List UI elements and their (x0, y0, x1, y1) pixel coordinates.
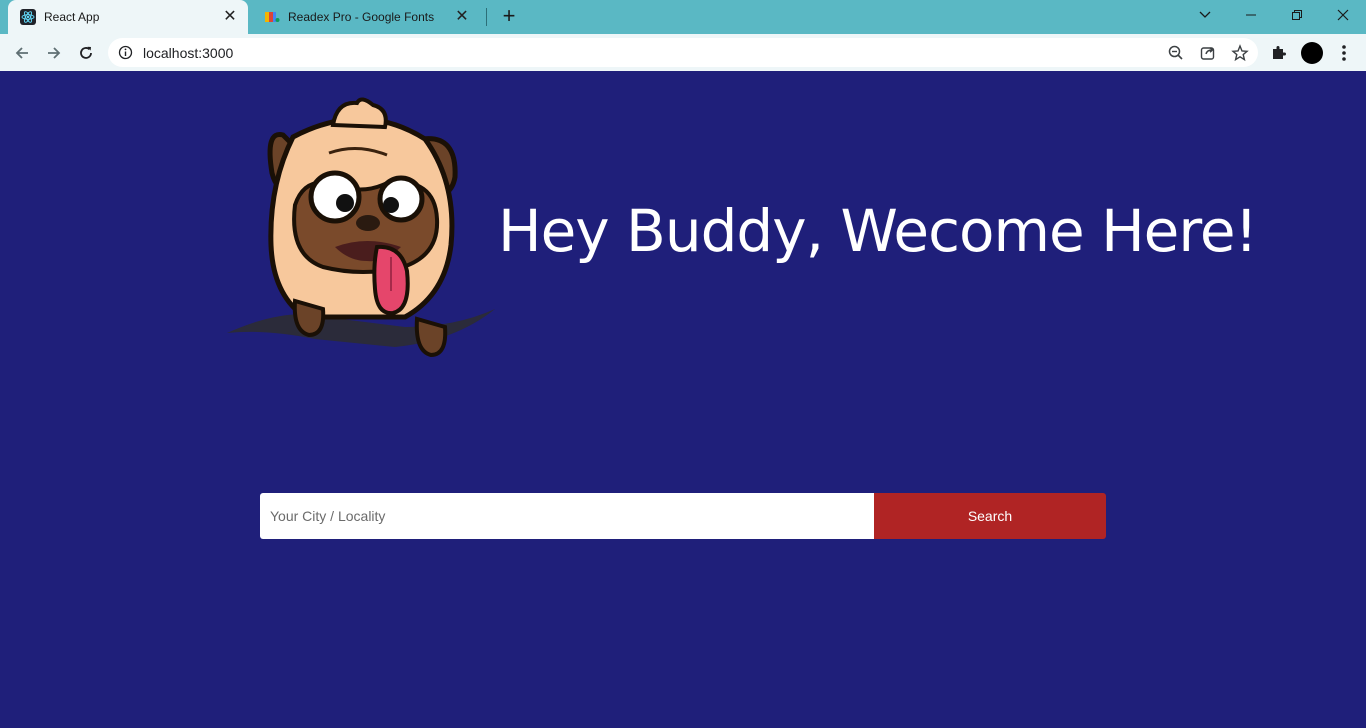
app-page: Hey Buddy, Wecome Here! Search (0, 71, 1366, 728)
react-icon (20, 9, 36, 25)
forward-button[interactable] (40, 39, 68, 67)
tab-google-fonts[interactable]: Readex Pro - Google Fonts ✕ (252, 0, 480, 34)
tab-react-app[interactable]: React App ✕ (8, 0, 248, 34)
back-button[interactable] (8, 39, 36, 67)
site-info-icon[interactable] (118, 45, 133, 60)
minimize-button[interactable] (1228, 0, 1274, 30)
close-window-button[interactable] (1320, 0, 1366, 30)
close-icon (1337, 9, 1349, 21)
arrow-left-icon (15, 47, 28, 59)
minimize-icon (1246, 14, 1256, 16)
tab-separator (486, 8, 487, 26)
pug-mascot-image (227, 97, 495, 358)
search-button[interactable]: Search (874, 493, 1106, 539)
close-tab-icon[interactable]: ✕ (454, 9, 470, 25)
share-icon[interactable] (1199, 44, 1217, 62)
restore-icon (1292, 10, 1302, 20)
reload-icon (80, 46, 92, 59)
url-text[interactable]: localhost:3000 (143, 45, 233, 61)
tab-title: React App (44, 10, 100, 24)
arrow-right-icon (48, 47, 61, 59)
city-locality-input[interactable] (260, 493, 874, 539)
welcome-heading: Hey Buddy, Wecome Here! (498, 197, 1258, 265)
tab-search-button[interactable] (1182, 0, 1228, 30)
google-fonts-icon (265, 12, 280, 22)
zoom-out-icon[interactable] (1167, 44, 1185, 62)
chevron-down-icon (1199, 11, 1211, 18)
new-tab-button[interactable]: + (498, 5, 520, 28)
tab-title: Readex Pro - Google Fonts (288, 10, 435, 24)
bookmark-star-icon[interactable] (1231, 44, 1249, 62)
more-menu-icon[interactable] (1336, 42, 1352, 64)
restore-button[interactable] (1274, 0, 1320, 30)
extensions-puzzle-icon[interactable] (1270, 43, 1288, 61)
browser-toolbar: localhost:3000 (0, 34, 1366, 71)
reload-button[interactable] (72, 39, 100, 67)
search-form: Search (260, 493, 1106, 539)
address-bar[interactable]: localhost:3000 (108, 38, 1258, 67)
close-tab-icon[interactable]: ✕ (222, 9, 238, 25)
profile-avatar[interactable] (1301, 42, 1323, 64)
tab-strip: React App ✕ Readex Pro - Google Fonts ✕ … (0, 0, 1366, 34)
